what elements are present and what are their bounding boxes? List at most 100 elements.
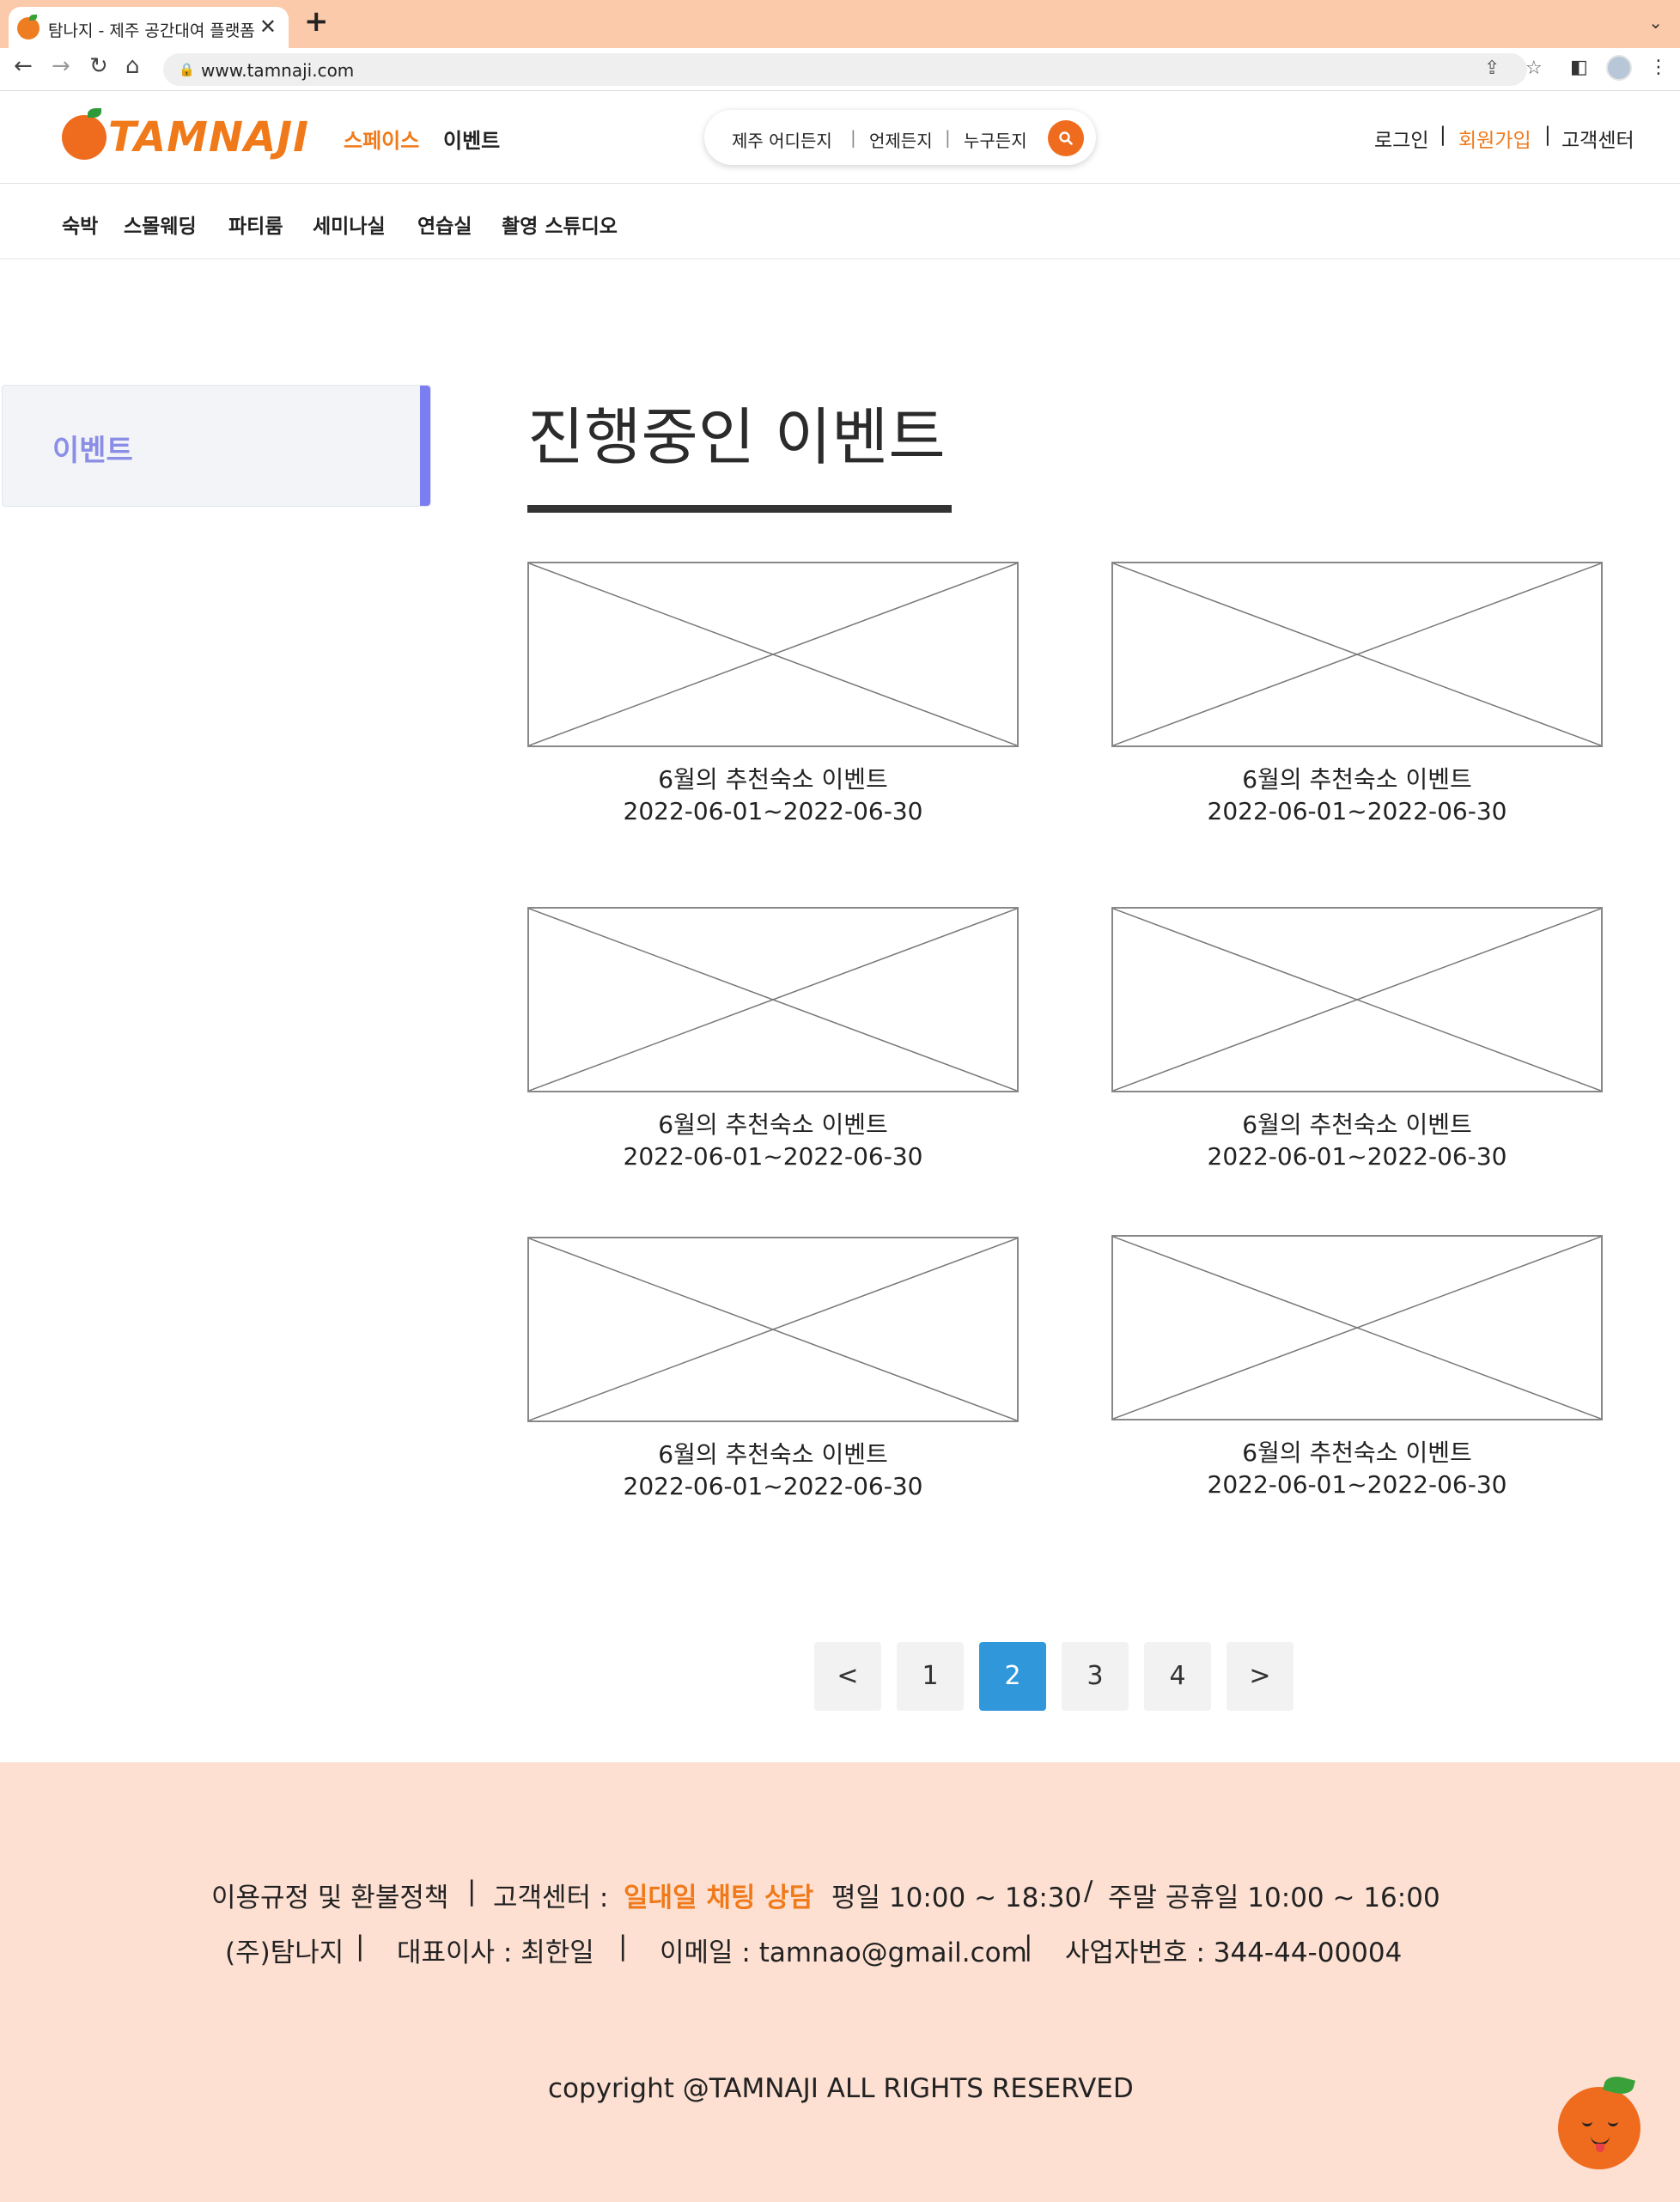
search-who[interactable]: 누구든지	[964, 127, 1027, 152]
pagination-prev-button[interactable]: <	[814, 1642, 881, 1711]
share-icon[interactable]: ⇪	[1484, 58, 1500, 79]
image-placeholder-icon	[529, 1238, 1017, 1420]
search-icon	[1059, 131, 1073, 145]
sidebar-item-label: 이벤트	[52, 434, 133, 468]
category-lodging[interactable]: 숙박	[62, 210, 98, 239]
contact-email: 이메일 : tamnao@gmail.com	[660, 1937, 1027, 1968]
page-title: 진행중인 이벤트	[527, 401, 946, 473]
event-date: 2022-06-01~2022-06-30	[1207, 1142, 1507, 1171]
footer-slash: /	[1084, 1876, 1093, 1907]
browser-tabstrip: 탐나지 - 제주 공간대여 플랫폼 ✕ + ⌄	[0, 0, 1680, 48]
tangerine-mascot-chat-icon[interactable]	[1558, 2087, 1640, 2169]
mascot-eye	[1582, 2121, 1592, 2126]
event-date: 2022-06-01~2022-06-30	[1207, 797, 1507, 825]
event-date: 2022-06-01~2022-06-30	[623, 1142, 923, 1171]
search-divider: |	[945, 127, 951, 148]
reload-icon[interactable]: ↻	[89, 55, 108, 77]
category-practice-room[interactable]: 연습실	[417, 210, 472, 239]
event-title[interactable]: 6월의 추천숙소 이벤트	[1111, 761, 1603, 795]
search-where[interactable]: 제주 어디든지	[732, 127, 832, 152]
title-underline	[527, 505, 952, 513]
tab-close-icon[interactable]: ✕	[259, 15, 277, 39]
event-title[interactable]: 6월의 추천숙소 이벤트	[527, 761, 1019, 795]
event-date: 2022-06-01~2022-06-30	[623, 1472, 923, 1500]
event-title[interactable]: 6월의 추천숙소 이벤트	[527, 1106, 1019, 1141]
util-divider: |	[1544, 124, 1551, 146]
category-small-wedding[interactable]: 스몰웨딩	[124, 210, 197, 239]
category-photo-studio[interactable]: 촬영 스튜디오	[502, 210, 618, 239]
search-when[interactable]: 언제든지	[869, 127, 933, 152]
event-date: 2022-06-01~2022-06-30	[623, 797, 923, 825]
home-icon[interactable]: ⌂	[125, 55, 140, 77]
image-placeholder-icon	[1113, 563, 1601, 745]
footer-divider: |	[356, 1931, 365, 1962]
business-number: 사업자번호 : 344-44-00004	[1065, 1937, 1403, 1968]
event-image-placeholder[interactable]	[1111, 562, 1603, 747]
profile-avatar[interactable]	[1606, 55, 1632, 81]
forward-arrow-icon[interactable]: →	[52, 55, 70, 77]
tab-title: 탐나지 - 제주 공간대여 플랫폼	[48, 21, 255, 40]
footer-divider: |	[618, 1931, 628, 1962]
ceo-name: 대표이사 : 최한일	[397, 1937, 594, 1968]
weekday-hours: 평일 10:00 ~ 18:30	[831, 1883, 1082, 1913]
signup-link[interactable]: 회원가입	[1458, 124, 1531, 153]
copyright: copyright @TAMNAJI ALL RIGHTS RESERVED	[548, 2073, 1134, 2104]
tangerine-logo-icon[interactable]	[62, 108, 107, 160]
side-panel-icon[interactable]: ◧	[1570, 57, 1588, 78]
event-image-placeholder[interactable]	[1111, 907, 1603, 1092]
search-button[interactable]	[1048, 120, 1084, 156]
event-image-placeholder[interactable]	[527, 1237, 1019, 1422]
footer-divider: |	[467, 1876, 477, 1907]
customer-center-link[interactable]: 고객센터	[1561, 124, 1634, 153]
search-bar[interactable]: 제주 어디든지 | 언제든지 | 누구든지	[704, 110, 1096, 165]
event-title[interactable]: 6월의 추천숙소 이벤트	[1111, 1434, 1603, 1469]
site-logo[interactable]: TAMNAJI	[108, 113, 309, 161]
refund-policy-link[interactable]: 이용규정 및 환불정책	[211, 1876, 448, 1914]
event-image-placeholder[interactable]	[1111, 1235, 1603, 1420]
one-on-one-chat-link[interactable]: 일대일 채팅 상담	[624, 1876, 813, 1914]
tangerine-favicon-icon	[17, 15, 40, 40]
footer-divider: |	[1024, 1931, 1033, 1962]
company-name: (주)탐나지	[225, 1937, 344, 1968]
pagination-next-button[interactable]: >	[1227, 1642, 1293, 1711]
browser-toolbar: ← → ↻ ⌂ 🔒 www.tamnaji.com ⇪ ☆ ◧ ⋮	[0, 48, 1680, 91]
tab-list-chevron-icon[interactable]: ⌄	[1648, 12, 1663, 33]
image-placeholder-icon	[1113, 1237, 1601, 1419]
image-placeholder-icon	[529, 563, 1017, 745]
mascot-eye	[1608, 2121, 1618, 2126]
site-footer	[0, 1762, 1680, 2202]
util-divider: |	[1440, 124, 1446, 146]
event-title[interactable]: 6월의 추천숙소 이벤트	[1111, 1106, 1603, 1141]
weekend-hours: 주말 공휴일 10:00 ~ 16:00	[1108, 1883, 1440, 1913]
sidebar-active-indicator	[420, 386, 430, 506]
browser-tab[interactable]: 탐나지 - 제주 공간대여 플랫폼 ✕	[9, 7, 289, 48]
login-link[interactable]: 로그인	[1374, 124, 1428, 153]
back-arrow-icon[interactable]: ←	[14, 55, 33, 77]
event-date: 2022-06-01~2022-06-30	[1207, 1470, 1507, 1499]
lock-icon: 🔒	[179, 62, 195, 77]
nav-space[interactable]: 스페이스	[344, 124, 419, 154]
image-placeholder-icon	[529, 909, 1017, 1091]
image-placeholder-icon	[1113, 909, 1601, 1091]
category-party-room[interactable]: 파티룸	[228, 210, 283, 239]
mascot-tongue	[1596, 2144, 1604, 2152]
pagination-page-2[interactable]: 2	[979, 1642, 1046, 1711]
sidebar-item-event[interactable]: 이벤트	[2, 385, 431, 507]
category-seminar-room[interactable]: 세미나실	[313, 210, 386, 239]
pagination-page-1[interactable]: 1	[897, 1642, 964, 1711]
event-image-placeholder[interactable]	[527, 562, 1019, 747]
browser-menu-icon[interactable]: ⋮	[1649, 57, 1668, 78]
url-text[interactable]: www.tamnaji.com	[201, 60, 354, 81]
pagination-page-4[interactable]: 4	[1144, 1642, 1211, 1711]
event-title[interactable]: 6월의 추천숙소 이벤트	[527, 1436, 1019, 1470]
pagination-page-3[interactable]: 3	[1062, 1642, 1129, 1711]
bookmark-star-icon[interactable]: ☆	[1525, 58, 1543, 79]
event-image-placeholder[interactable]	[527, 907, 1019, 1092]
site-header: TAMNAJI 스페이스 이벤트 제주 어디든지 | 언제든지 | 누구든지 로…	[0, 91, 1680, 184]
nav-event[interactable]: 이벤트	[443, 124, 500, 154]
search-divider: |	[850, 127, 856, 148]
footer-support-label: 고객센터 :	[493, 1883, 609, 1913]
new-tab-button[interactable]: +	[304, 7, 329, 36]
category-bar: 숙박 스몰웨딩 파티룸 세미나실 연습실 촬영 스튜디오	[0, 184, 1680, 259]
address-bar[interactable]: 🔒 www.tamnaji.com ⇪ ☆	[163, 53, 1543, 86]
